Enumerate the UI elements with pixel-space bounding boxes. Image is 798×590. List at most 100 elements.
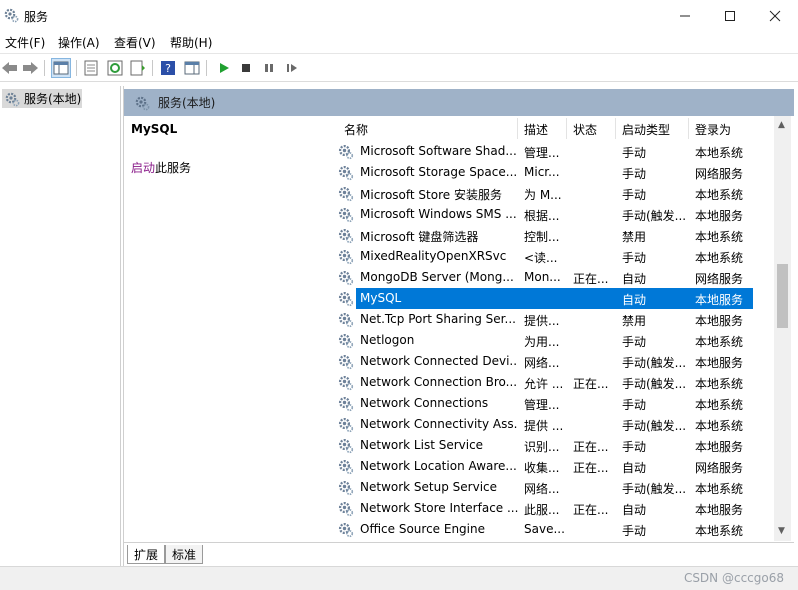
table-row[interactable]: Microsoft Storage Space... Micr... 手动 网络服务 — [328, 162, 754, 183]
panel-header-title: 服务(本地) — [158, 96, 216, 110]
properties-button[interactable] — [81, 58, 101, 78]
table-row[interactable]: MySQL 自动 本地服务 — [328, 288, 754, 309]
forward-button[interactable] — [20, 58, 40, 78]
export-list-button[interactable] — [128, 58, 148, 78]
service-gear-icon — [338, 291, 354, 307]
resume-service-button[interactable] — [282, 58, 302, 78]
table-row[interactable]: Network List Service 识别... 正在... 手动 本地服务 — [328, 435, 754, 456]
column-divider[interactable] — [615, 118, 616, 139]
service-gear-icon — [338, 354, 354, 370]
show-action-pane-button[interactable] — [182, 58, 202, 78]
action-pane-icon — [184, 61, 200, 75]
menu-help[interactable]: 帮助(H) — [170, 34, 212, 51]
cell-startup-type: 手动(触发... — [622, 356, 687, 370]
gear-icon — [5, 92, 20, 106]
maximize-button[interactable] — [707, 0, 753, 31]
watermark: CSDN @cccgo68 — [683, 571, 784, 585]
service-list: ^ 名称 描述 状态 启动类型 登录为 Microsoft Software S… — [328, 116, 774, 541]
scroll-up-arrow-icon[interactable]: ▲ — [778, 120, 785, 130]
cell-log-on-as: 本地系统 — [695, 419, 744, 433]
table-row[interactable]: Network Connection Bro... 允许 ... 正在... 手动(触… — [328, 372, 754, 393]
document-icon — [84, 60, 98, 76]
menu-action[interactable]: 操作(A) — [58, 34, 100, 51]
back-button[interactable] — [0, 58, 20, 78]
cell-log-on-as: 本地系统 — [695, 335, 744, 349]
column-divider[interactable] — [517, 118, 518, 139]
table-row[interactable]: Network Setup Service 网络... 手动(触发... 本地系统 — [328, 477, 754, 498]
title-bar: 服务 — [0, 0, 798, 31]
scroll-down-arrow-icon[interactable]: ▼ — [778, 526, 785, 536]
tab-standard[interactable]: 标准 — [165, 545, 204, 564]
toolbar-separator — [44, 60, 45, 76]
sort-ascending-icon: ^ — [424, 116, 432, 122]
scroll-thumb[interactable] — [777, 264, 788, 328]
cell-startup-type: 手动(触发... — [622, 209, 687, 223]
service-gear-icon — [338, 459, 354, 475]
cell-name: Network Connections — [360, 396, 489, 410]
table-row[interactable]: Microsoft Store 安装服务 为 M... 手动 本地系统 — [328, 183, 754, 204]
column-divider[interactable] — [688, 118, 689, 139]
cell-name: Network Setup Service — [360, 480, 498, 494]
menu-view[interactable]: 查看(V) — [114, 34, 156, 51]
service-gear-icon — [338, 480, 354, 496]
close-button[interactable] — [752, 0, 798, 31]
toolbar-separator — [206, 60, 207, 76]
cell-log-on-as: 本地系统 — [695, 230, 744, 244]
search-gear-icon — [135, 96, 150, 110]
service-gear-icon — [338, 438, 354, 454]
stop-service-button[interactable] — [236, 58, 256, 78]
table-row[interactable]: Microsoft Software Shad... 管理... 手动 本地系统 — [328, 141, 754, 162]
column-header-startup-type[interactable]: 启动类型 — [622, 121, 670, 138]
column-header-status[interactable]: 状态 — [573, 121, 597, 138]
column-header-log-on-as[interactable]: 登录为 — [695, 121, 731, 138]
table-row[interactable]: Network Connected Devi... 网络... 手动(触发... 本地… — [328, 351, 754, 372]
table-row[interactable]: Netlogon 为用... 手动 本地系统 — [328, 330, 754, 351]
column-divider[interactable] — [566, 118, 567, 139]
tab-extended[interactable]: 扩展 — [127, 545, 166, 564]
column-header-name[interactable]: 名称 — [344, 121, 368, 138]
cell-name: Microsoft Storage Space... — [360, 165, 518, 179]
selected-service-title: MySQL — [131, 122, 178, 136]
cell-startup-type: 手动 — [622, 440, 647, 454]
table-row[interactable]: Network Location Aware... 收集... 正在... 自动 网络服… — [328, 456, 754, 477]
cell-log-on-as: 本地服务 — [695, 503, 744, 517]
table-row[interactable]: Network Connections 管理... 手动 本地系统 — [328, 393, 754, 414]
table-row[interactable]: Office Source Engine Save... 手动 本地系统 — [328, 519, 754, 540]
cell-description: Mon... — [524, 270, 561, 284]
minimize-button[interactable] — [662, 0, 708, 31]
table-row[interactable]: MixedRealityOpenXRSvc <读... 手动 本地系统 — [328, 246, 754, 267]
action-suffix: 此服务 — [155, 161, 192, 175]
console-tree-icon — [53, 61, 69, 75]
help-icon: ? — [161, 61, 175, 75]
toolbar: ? — [0, 53, 798, 82]
tree-node-services-local[interactable]: 服务(本地) — [2, 89, 82, 108]
table-row[interactable]: Microsoft 键盘筛选器 控制... 禁用 本地系统 — [328, 225, 754, 246]
table-row[interactable]: Microsoft Windows SMS ... 根据... 手动(触发... 本地… — [328, 204, 754, 225]
cell-description: 提供 ... — [524, 419, 564, 433]
service-gear-icon — [338, 144, 354, 160]
table-row[interactable]: Network Connectivity Ass... 提供 ... 手动(触发..… — [328, 414, 754, 435]
table-row[interactable]: Net.Tcp Port Sharing Ser... 提供... 禁用 本地服务 — [328, 309, 754, 330]
service-gear-icon — [338, 270, 354, 286]
table-row[interactable]: Network Store Interface ... 此服... 正在... 自动 本… — [328, 498, 754, 519]
vertical-scrollbar[interactable]: ▲ ▼ — [774, 116, 791, 541]
start-service-link[interactable]: 启动 — [131, 161, 155, 175]
cell-name: Network Connectivity Ass... — [360, 417, 518, 431]
cell-name: Microsoft Windows SMS ... — [360, 207, 517, 221]
refresh-button[interactable] — [105, 58, 125, 78]
start-service-button[interactable] — [214, 58, 234, 78]
cell-log-on-as: 本地系统 — [695, 398, 744, 412]
table-row[interactable]: MongoDB Server (Mong... Mon... 正在... 自动 网络服务 — [328, 267, 754, 288]
service-gear-icon — [338, 522, 354, 538]
cell-name: Network Connected Devi... — [360, 354, 518, 368]
cell-name: Microsoft Store 安装服务 — [360, 188, 502, 202]
pause-service-button[interactable] — [259, 58, 279, 78]
column-header-description[interactable]: 描述 — [524, 121, 548, 138]
menu-file[interactable]: 文件(F) — [5, 34, 45, 51]
help-button[interactable]: ? — [158, 58, 178, 78]
cell-status: 正在... — [573, 377, 609, 391]
show-console-tree-button[interactable] — [51, 58, 71, 78]
service-gear-icon — [338, 186, 354, 202]
cell-description: <读... — [524, 251, 558, 265]
cell-name: MySQL — [360, 291, 402, 305]
